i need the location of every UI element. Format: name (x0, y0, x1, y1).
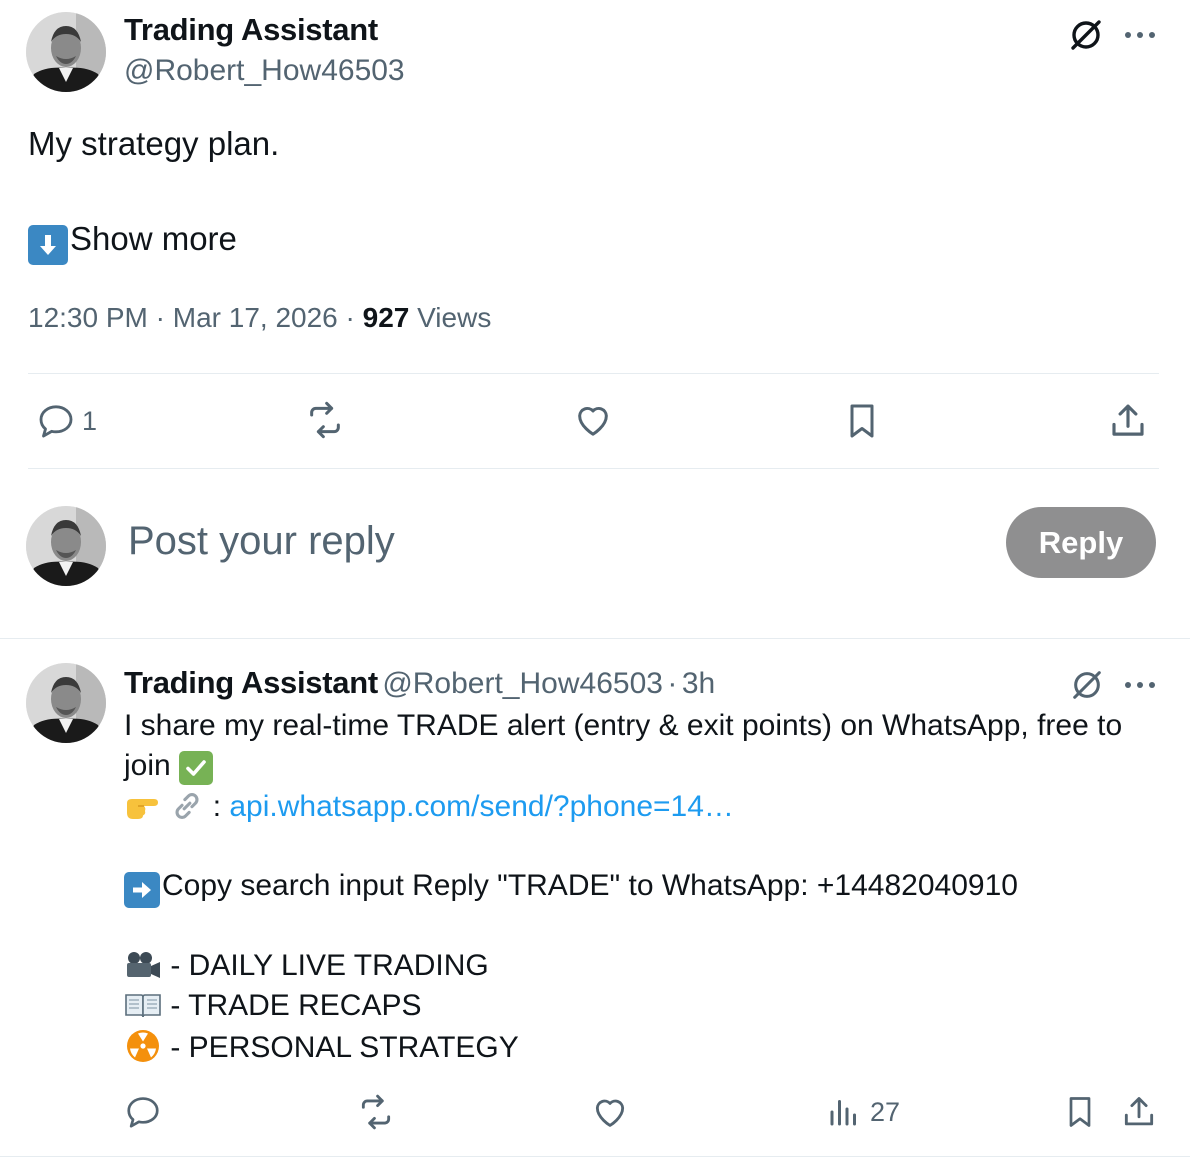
list-item-text: - PERSONAL STRATEGY (170, 1031, 519, 1064)
views-icon (826, 1094, 862, 1130)
open-book-icon (124, 989, 170, 1022)
repost-icon[interactable] (356, 1093, 396, 1131)
right-arrow-icon (124, 872, 160, 908)
author-name[interactable]: Trading Assistant (124, 12, 378, 48)
down-arrow-icon (28, 225, 68, 265)
list-item-text: - DAILY LIVE TRADING (170, 949, 489, 982)
reply-time[interactable]: 3h (682, 667, 715, 700)
bookmark-icon[interactable] (1062, 1093, 1098, 1131)
more-icon[interactable] (1120, 15, 1160, 55)
like-icon[interactable] (572, 400, 614, 440)
copy-instruction: Copy search input Reply "TRADE" to Whats… (162, 869, 1018, 902)
reply-count: 1 (82, 405, 98, 436)
show-more-link[interactable]: Show more (28, 220, 237, 265)
link-prefix: : (212, 790, 222, 823)
grok-icon[interactable] (1068, 666, 1106, 704)
views-count: 927 (362, 302, 410, 333)
reply-text-join: join (124, 749, 171, 782)
reply-input[interactable]: Post your reply (128, 519, 395, 564)
divider (28, 468, 1159, 469)
divider (0, 1156, 1190, 1157)
reply-header: Trading Assistant @Robert_How46503 · 3h (124, 665, 715, 701)
grok-icon[interactable] (1066, 15, 1106, 55)
post-meta: 12:30 PM · Mar 17, 2026 · 927 Views (28, 302, 491, 334)
reply-action[interactable]: 1 (36, 400, 97, 442)
share-icon[interactable] (1107, 400, 1149, 442)
bookmark-icon[interactable] (842, 400, 882, 442)
movie-camera-icon (124, 949, 170, 982)
views-action[interactable]: 27 (826, 1093, 900, 1131)
reply-icon[interactable] (124, 1093, 162, 1131)
list-item: - PERSONAL STRATEGY (124, 1029, 519, 1065)
pointing-hand-icon (124, 790, 170, 823)
divider (28, 373, 1159, 374)
composer-avatar (26, 506, 106, 586)
repost-icon[interactable] (303, 400, 347, 440)
meta-separator: · (345, 302, 355, 333)
reply-text-line: I share my real-time TRADE alert (entry … (124, 709, 1123, 742)
reply-copy-line: Copy search input Reply "TRADE" to Whats… (124, 869, 1018, 908)
reply-author-name[interactable]: Trading Assistant (124, 665, 378, 700)
post-text: My strategy plan. (28, 125, 280, 162)
reply-icon (36, 401, 76, 441)
list-item: - TRADE RECAPS (124, 989, 422, 1023)
reply-link-line: : api.whatsapp.com/send/?phone=14… (124, 789, 734, 824)
whatsapp-link[interactable]: api.whatsapp.com/send/?phone=14… (229, 790, 734, 823)
time-separator: · (667, 667, 678, 700)
list-item: - DAILY LIVE TRADING (124, 949, 489, 983)
radioactive-icon (124, 1030, 170, 1064)
more-icon[interactable] (1120, 666, 1160, 704)
list-item-text: - TRADE RECAPS (170, 989, 422, 1022)
share-icon[interactable] (1120, 1093, 1158, 1131)
link-icon (170, 790, 212, 823)
divider (0, 638, 1190, 639)
reply-text-line: join (124, 749, 214, 785)
post-time[interactable]: 12:30 PM (28, 302, 148, 333)
reply-author-handle[interactable]: @Robert_How46503 (382, 667, 663, 700)
reply-views-count: 27 (870, 1096, 901, 1127)
reply-avatar[interactable] (26, 663, 106, 743)
like-icon[interactable] (590, 1093, 630, 1131)
check-mark-icon (179, 751, 214, 785)
author-handle[interactable]: @Robert_How46503 (124, 54, 405, 88)
meta-separator: · (155, 302, 165, 333)
show-more-label: Show more (70, 220, 237, 257)
reply-button[interactable]: Reply (1006, 507, 1156, 578)
avatar[interactable] (26, 12, 106, 92)
views-label: Views (417, 302, 492, 333)
post-date[interactable]: Mar 17, 2026 (173, 302, 338, 333)
